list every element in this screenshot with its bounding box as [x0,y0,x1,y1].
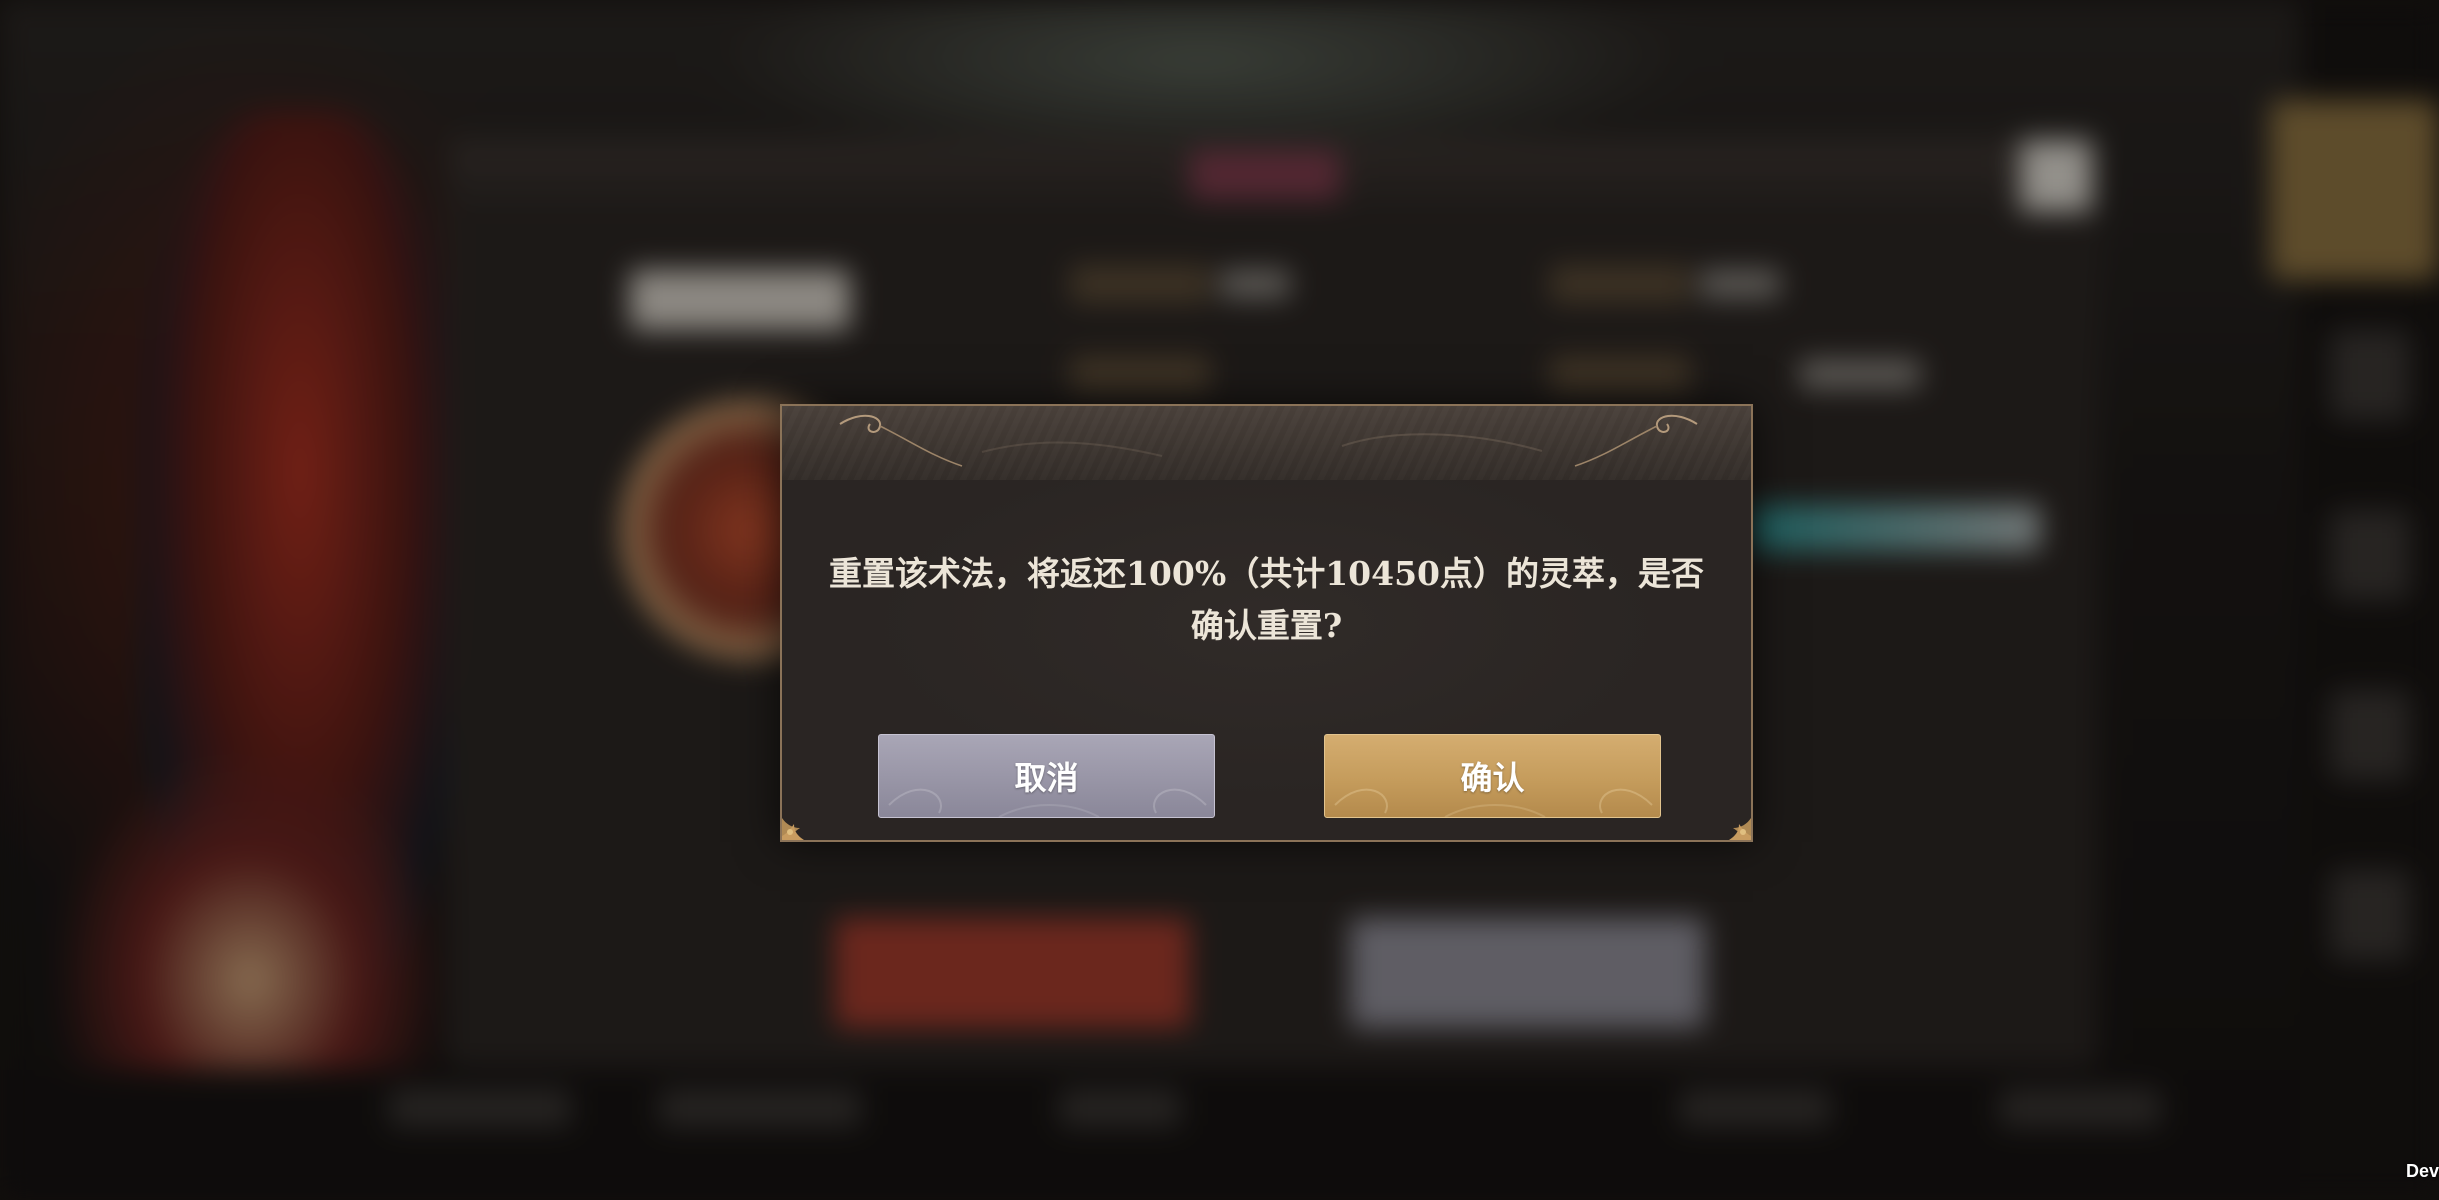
dialog-header [782,406,1751,481]
dialog-message: 重置该术法，将返还100%（共计10450点）的灵萃，是否 确认重置? [782,548,1751,652]
cancel-button[interactable]: 取消 [878,734,1215,818]
dialog-message-line: 确认重置? [1190,606,1343,645]
confirm-button[interactable]: 确认 [1324,734,1661,818]
corner-watermark-text: Dev [2405,1161,2439,1181]
confirm-button-label: 确认 [1460,759,1525,797]
corner-ornament-icon [1729,818,1751,840]
header-ornament-icon [839,414,1698,467]
dialog-message-line: 重置该术法，将返还100%（共计10450点）的灵萃，是否 [828,554,1705,593]
corner-ornament-icon [782,818,804,840]
reset-confirm-dialog: 重置该术法，将返还100%（共计10450点）的灵萃，是否 确认重置? 取消 确… [780,404,1753,842]
cancel-button-label: 取消 [1014,759,1079,797]
